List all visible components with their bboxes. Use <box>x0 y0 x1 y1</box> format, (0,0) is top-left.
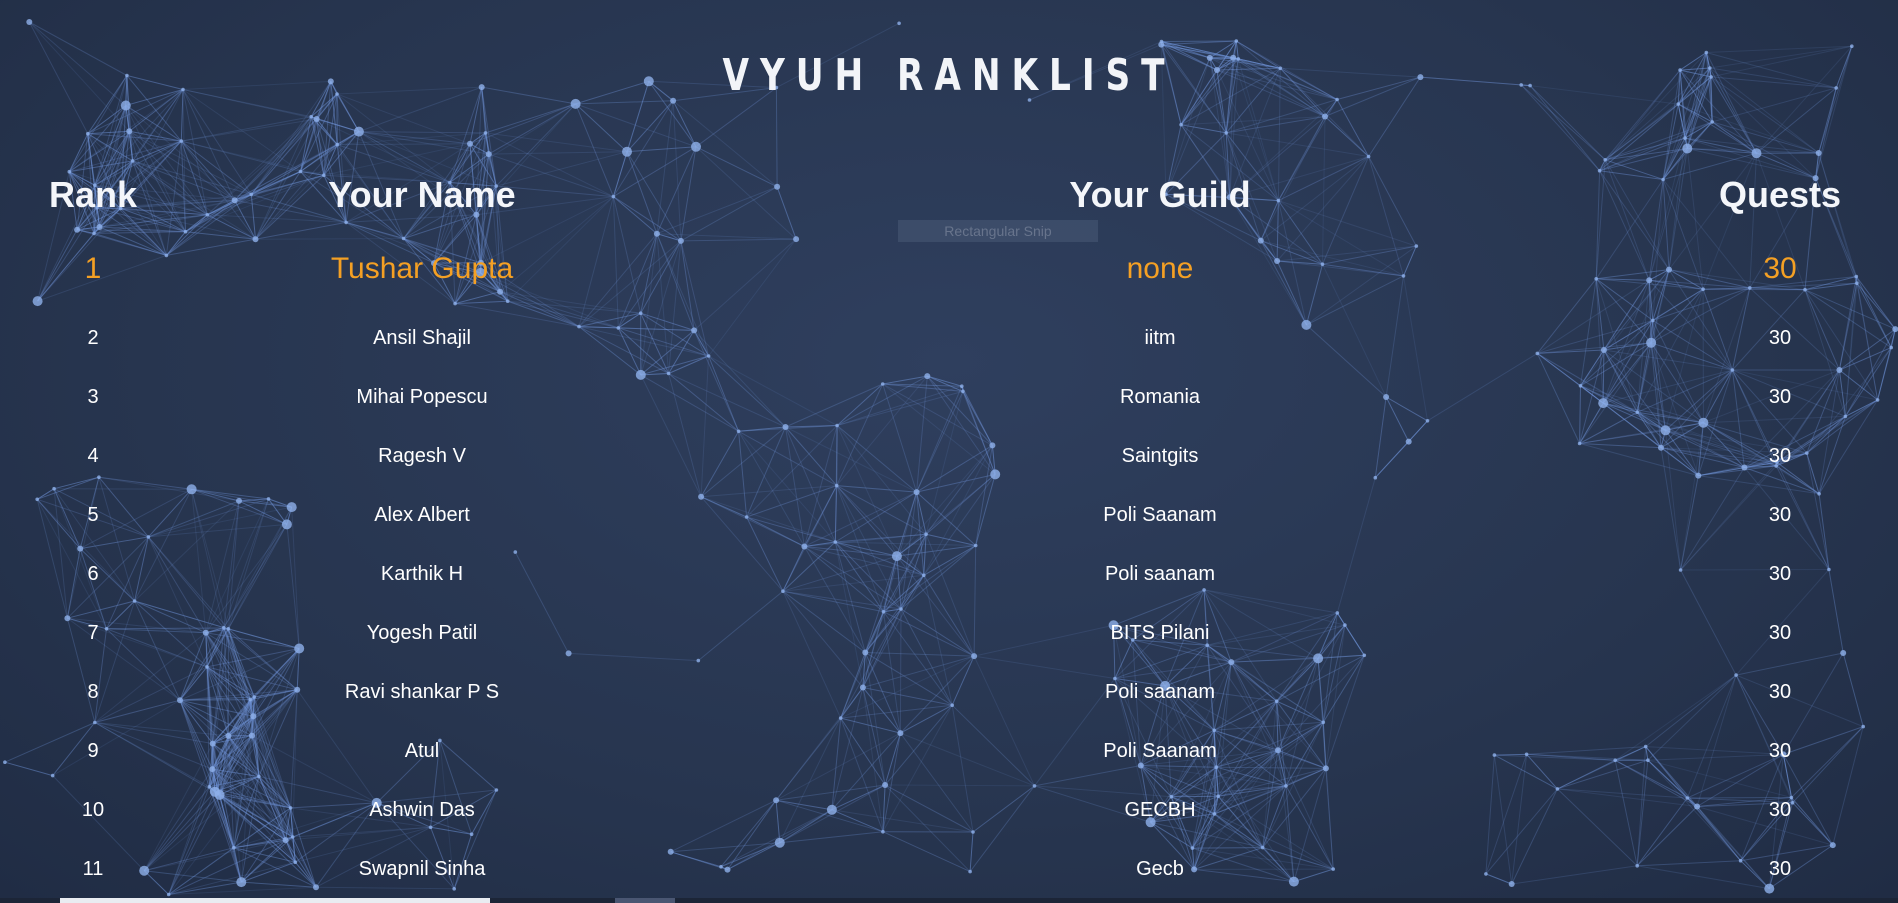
name-cell: Ravi shankar P S <box>344 681 500 703</box>
rank-cell: 5 <box>87 504 99 526</box>
table-row: 3 Mihai Popescu Romania 30 <box>0 368 1898 427</box>
name-cell: Atul <box>404 740 440 762</box>
guild-cell: Romania <box>1119 386 1201 408</box>
quests-cell: 30 <box>1768 799 1792 821</box>
table-row: 10 Ashwin Das GECBH 30 <box>0 781 1898 840</box>
guild-cell: Saintgits <box>1121 445 1199 467</box>
rank-cell: 1 <box>84 252 102 285</box>
guild-cell: BITS Pilani <box>1110 622 1210 644</box>
rank-cell: 8 <box>87 681 99 703</box>
scrollbar-marker <box>615 898 675 903</box>
header-rank: Rank <box>48 174 138 215</box>
horizontal-scrollbar[interactable] <box>0 898 1898 903</box>
rank-cell: 11 <box>82 858 104 880</box>
table-row: 6 Karthik H Poli saanam 30 <box>0 545 1898 604</box>
rank-cell: 9 <box>87 740 99 762</box>
rank-cell: 7 <box>87 622 99 644</box>
quests-cell: 30 <box>1768 858 1792 880</box>
quests-cell: 30 <box>1768 386 1792 408</box>
rank-cell: 3 <box>87 386 99 408</box>
scrollbar-thumb[interactable] <box>60 898 490 903</box>
name-cell: Yogesh Patil <box>366 622 478 644</box>
guild-cell: Poli Saanam <box>1103 504 1217 526</box>
name-cell: Ashwin Das <box>369 799 475 821</box>
name-cell: Karthik H <box>380 563 464 585</box>
table-row: 4 Ragesh V Saintgits 30 <box>0 427 1898 486</box>
guild-cell: GECBH <box>1124 799 1196 821</box>
guild-cell: iitm <box>1144 327 1176 349</box>
page-title: VYUH RANKLIST <box>722 50 1176 101</box>
name-cell: Alex Albert <box>374 504 470 526</box>
table-row: 2 Ansil Shajil iitm 30 <box>0 309 1898 368</box>
rank-cell: 10 <box>81 799 105 821</box>
quests-cell: 30 <box>1768 563 1792 585</box>
table-row: 11 Swapnil Sinha Gecb 30 <box>0 840 1898 899</box>
table-row: 1 Tushar Gupta none 30 <box>0 238 1898 309</box>
quests-cell: 30 <box>1768 622 1792 644</box>
header-guild: Your Guild <box>1069 174 1251 215</box>
name-cell: Tushar Gupta <box>330 252 514 285</box>
quests-cell: 30 <box>1768 504 1792 526</box>
header-name: Your Name <box>328 174 516 215</box>
rank-cell: 2 <box>87 327 99 349</box>
rank-cell: 4 <box>87 445 99 467</box>
table-row: 5 Alex Albert Poli Saanam 30 <box>0 486 1898 545</box>
quests-cell: 30 <box>1768 327 1792 349</box>
table-row: 7 Yogesh Patil BITS Pilani 30 <box>0 604 1898 663</box>
guild-cell: none <box>1126 252 1194 285</box>
quests-cell: 30 <box>1768 681 1792 703</box>
table-row: 8 Ravi shankar P S Poli saanam 30 <box>0 663 1898 722</box>
quests-cell: 30 <box>1768 740 1792 762</box>
ranklist-page: VYUH RANKLIST Rank Your Name Your Guild … <box>0 0 1898 903</box>
guild-cell: Poli saanam <box>1104 681 1216 703</box>
ranklist-table: 1 Tushar Gupta none 30 2 Ansil Shajil ii… <box>0 238 1898 899</box>
name-cell: Mihai Popescu <box>356 386 488 408</box>
guild-cell: Poli saanam <box>1104 563 1216 585</box>
name-cell: Ragesh V <box>378 445 466 467</box>
guild-cell: Poli Saanam <box>1103 740 1217 762</box>
guild-cell: Gecb <box>1136 858 1184 880</box>
name-cell: Ansil Shajil <box>373 327 471 349</box>
rank-cell: 6 <box>87 563 99 585</box>
quests-cell: 30 <box>1763 252 1797 285</box>
table-row: 9 Atul Poli Saanam 30 <box>0 722 1898 781</box>
table-header: Rank Your Name Your Guild Quests <box>0 170 1898 220</box>
header-quests: Quests <box>1718 174 1842 215</box>
name-cell: Swapnil Sinha <box>358 858 486 880</box>
quests-cell: 30 <box>1768 445 1792 467</box>
